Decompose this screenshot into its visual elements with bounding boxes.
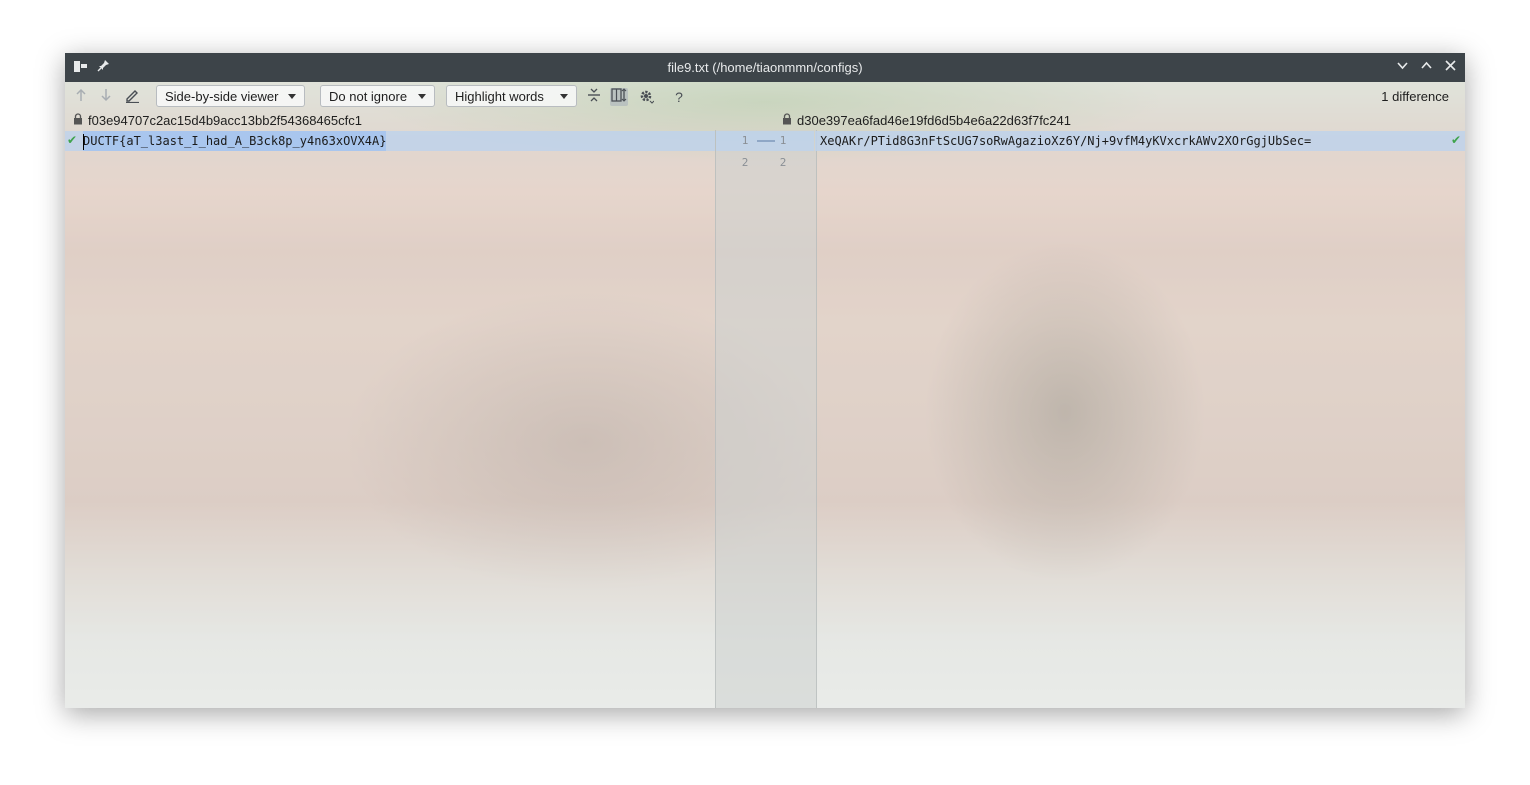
diff-connector [757,140,775,142]
title-bar: file9.txt (/home/tiaonmmn/configs) [65,53,1465,82]
highlight-mode-label: Highlight words [455,89,544,104]
line-number-gutter [715,130,817,708]
right-revision-hash: d30e397ea6fad46e19fd6d5b4e6a22d63f7fc241 [797,113,1071,128]
viewer-mode-select[interactable]: Side-by-side viewer [156,85,305,107]
left-line-number: 2 [741,156,749,169]
help-button[interactable]: ? [670,88,688,106]
left-pane-header: f03e94707c2ac15d4b9acc13bb2f54368465cfc1 [73,112,362,130]
check-icon[interactable]: ✔ [1451,132,1461,148]
chevron-down-icon [418,94,426,99]
left-revision-hash: f03e94707c2ac15d4b9acc13bb2f54368465cfc1 [88,113,362,128]
lock-icon [782,113,794,131]
check-icon[interactable]: ✔ [67,132,77,148]
diff-toolbar: Side-by-side viewer Do not ignore Highli… [65,82,1465,112]
lock-icon [73,113,85,131]
arrow-down-icon[interactable] [97,88,115,106]
right-line-number: 2 [779,156,787,169]
text-caret [83,134,84,150]
pencil-icon[interactable] [123,88,141,106]
chevron-down-icon [560,94,568,99]
chevron-down-icon [288,94,296,99]
right-line-1[interactable]: XeQAKr/PTid8G3nFtScUG7soRwAgazioXz6Y/Nj+… [820,131,1311,151]
collapse-unchanged-icon[interactable] [585,88,603,106]
ignore-mode-select[interactable]: Do not ignore [320,85,435,107]
chevron-down-icon[interactable] [1394,59,1411,76]
window-title: file9.txt (/home/tiaonmmn/configs) [667,60,863,75]
difference-count: 1 difference [1381,89,1449,104]
left-line-1[interactable]: DUCTF{aT_l3ast_I_had_A_B3ck8p_y4n63xOVX4… [83,131,387,151]
highlight-mode-select[interactable]: Highlight words [446,85,577,107]
right-line-number: 1 [779,134,787,147]
gear-icon[interactable] [637,88,655,106]
close-icon[interactable] [1442,59,1459,76]
arrow-up-icon[interactable] [72,88,90,106]
viewer-mode-label: Side-by-side viewer [165,89,279,104]
right-pane-header: d30e397ea6fad46e19fd6d5b4e6a22d63f7fc241 [782,112,1071,130]
ignore-mode-label: Do not ignore [329,89,408,104]
diff-window: file9.txt (/home/tiaonmmn/configs) Side-… [65,53,1465,708]
left-line-number: 1 [741,134,749,147]
chevron-up-icon[interactable] [1418,59,1435,76]
sync-scroll-icon[interactable] [610,88,628,106]
